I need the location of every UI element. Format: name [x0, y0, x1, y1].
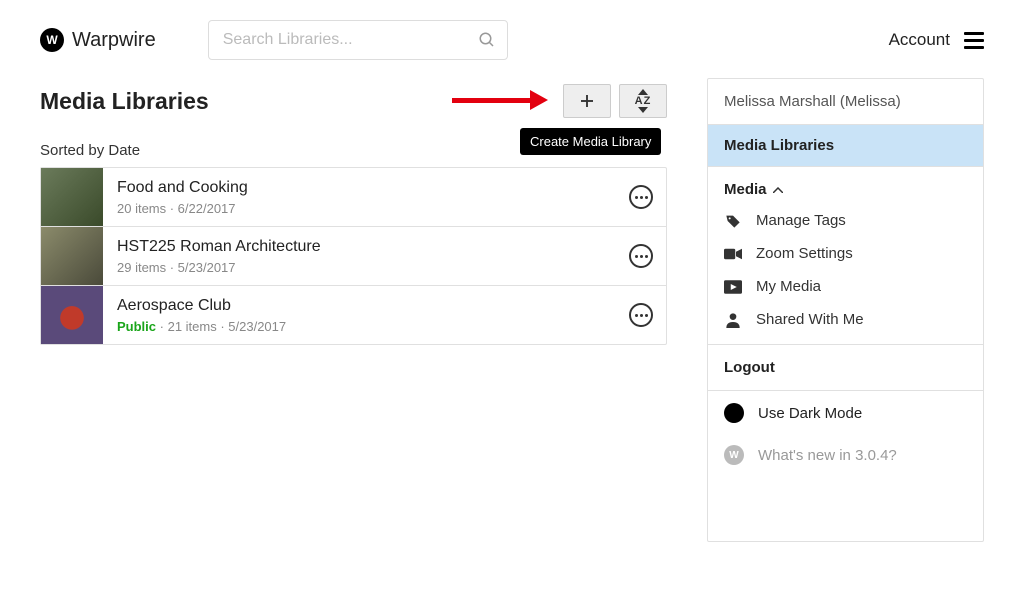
library-meta: Public · 21 items · 5/23/2017 [117, 319, 602, 334]
dark-mode-icon [724, 403, 744, 423]
sidebar: Melissa Marshall (Melissa) Media Librari… [707, 78, 984, 542]
library-thumbnail [41, 168, 103, 226]
sidebar-item-mymedia[interactable]: My Media [708, 270, 983, 303]
create-library-tooltip: Create Media Library [520, 128, 661, 155]
brand-logo[interactable]: Warpwire [40, 28, 156, 52]
add-library-button[interactable] [563, 84, 611, 118]
sort-button[interactable]: AZ [619, 84, 667, 118]
brand-name: Warpwire [72, 29, 156, 52]
ellipsis-icon [629, 244, 653, 268]
sidebar-item-tags[interactable]: Manage Tags [708, 204, 983, 237]
sidebar-dark-mode[interactable]: Use Dark Mode [708, 391, 983, 435]
ellipsis-icon [629, 303, 653, 327]
library-title: HST225 Roman Architecture [117, 238, 602, 256]
play-icon [724, 280, 742, 294]
library-thumbnail [41, 227, 103, 285]
account-link[interactable]: Account [889, 30, 950, 50]
library-thumbnail [41, 286, 103, 344]
library-list: Food and Cooking 20 items · 6/22/2017 HS… [40, 167, 667, 345]
sidebar-item-label: Manage Tags [756, 212, 846, 229]
main-content: Media Libraries AZ Create Media Library … [40, 78, 667, 345]
brand-mark-icon [40, 28, 64, 52]
chevron-up-icon [773, 187, 783, 193]
library-row[interactable]: HST225 Roman Architecture 29 items · 5/2… [41, 227, 666, 286]
tag-icon [724, 213, 742, 229]
search-icon [478, 31, 496, 49]
person-icon [724, 312, 742, 328]
sidebar-item-label: My Media [756, 278, 821, 295]
library-meta-text: 21 items · 5/23/2017 [168, 319, 287, 334]
sidebar-item-label: Shared With Me [756, 311, 864, 328]
brand-mark-icon: W [724, 445, 744, 465]
ellipsis-icon [629, 185, 653, 209]
header: Warpwire Account [0, 0, 1024, 78]
search-input[interactable] [208, 20, 508, 60]
page-title: Media Libraries [40, 88, 209, 115]
sidebar-item-libraries[interactable]: Media Libraries [708, 124, 983, 167]
library-title: Food and Cooking [117, 179, 602, 197]
sidebar-media-label: Media [724, 181, 767, 198]
annotation-arrow [452, 90, 548, 110]
chevron-down-icon [638, 107, 648, 113]
dark-mode-label: Use Dark Mode [758, 405, 862, 422]
plus-icon [578, 92, 596, 110]
search-field[interactable] [208, 20, 508, 60]
hamburger-menu-icon[interactable] [964, 32, 984, 49]
row-more-button[interactable] [616, 185, 666, 209]
sidebar-item-label: Zoom Settings [756, 245, 853, 262]
library-row[interactable]: Food and Cooking 20 items · 6/22/2017 [41, 168, 666, 227]
row-more-button[interactable] [616, 303, 666, 327]
whatsnew-label: What's new in 3.0.4? [758, 447, 897, 464]
sidebar-item-shared[interactable]: Shared With Me [708, 303, 983, 336]
sort-label: AZ [635, 95, 652, 107]
library-meta: 20 items · 6/22/2017 [117, 201, 602, 216]
video-icon [724, 247, 742, 261]
sidebar-logout[interactable]: Logout [708, 344, 983, 391]
sidebar-user: Melissa Marshall (Melissa) [708, 79, 983, 124]
sidebar-whatsnew[interactable]: W What's new in 3.0.4? [708, 435, 983, 481]
public-badge: Public [117, 319, 156, 334]
library-title: Aerospace Club [117, 297, 602, 315]
sidebar-media-header[interactable]: Media [708, 167, 983, 204]
row-more-button[interactable] [616, 244, 666, 268]
library-meta: 29 items · 5/23/2017 [117, 260, 602, 275]
library-row[interactable]: Aerospace Club Public · 21 items · 5/23/… [41, 286, 666, 344]
sidebar-item-zoom[interactable]: Zoom Settings [708, 237, 983, 270]
